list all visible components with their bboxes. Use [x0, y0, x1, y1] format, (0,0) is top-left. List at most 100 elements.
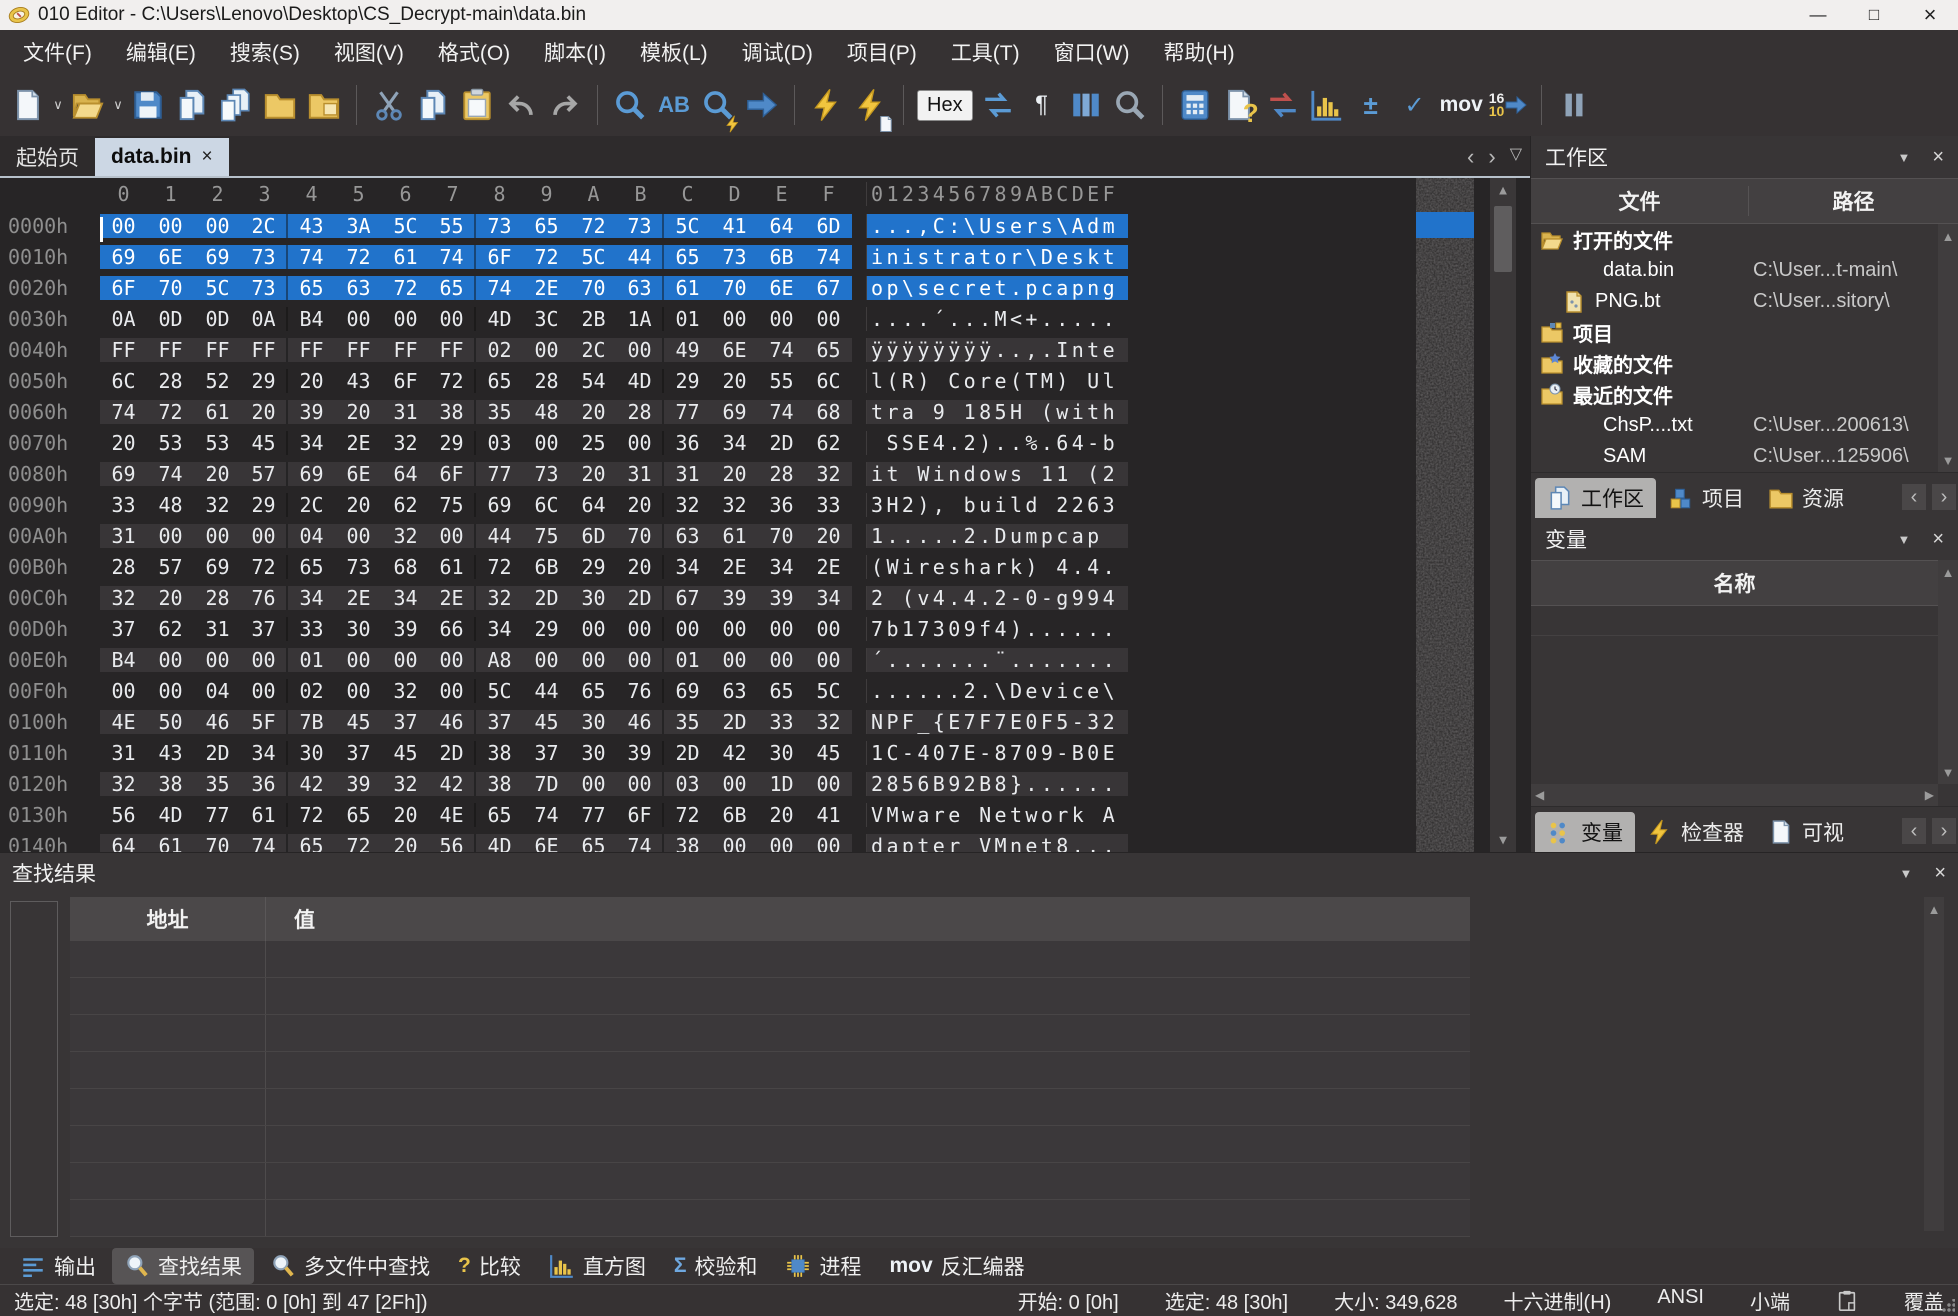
hex-byte[interactable]: 32 — [382, 679, 429, 703]
hex-byte[interactable]: 00 — [805, 617, 852, 641]
undo-button[interactable] — [499, 81, 543, 129]
calculator-button[interactable] — [1173, 81, 1217, 129]
hex-byte[interactable]: 00 — [758, 617, 805, 641]
hex-byte[interactable]: 72 — [288, 803, 335, 827]
hex-byte[interactable]: 20 — [805, 524, 852, 548]
menu-item[interactable]: 工具(T) — [934, 31, 1037, 73]
hex-byte[interactable]: 4E — [100, 710, 147, 734]
hex-byte[interactable]: 73 — [241, 276, 288, 300]
hex-byte[interactable]: 38 — [147, 772, 194, 796]
find-result-row[interactable] — [70, 1200, 1470, 1237]
hex-byte[interactable]: 32 — [382, 524, 429, 548]
hex-byte[interactable]: 5C — [194, 276, 241, 300]
hex-byte[interactable]: 01 — [664, 648, 711, 672]
hex-byte[interactable]: 4E — [429, 803, 476, 827]
hex-byte[interactable]: 6F — [429, 462, 476, 486]
hex-byte[interactable]: 20 — [758, 803, 805, 827]
hex-byte[interactable]: 63 — [335, 276, 382, 300]
hex-byte[interactable]: 63 — [711, 679, 758, 703]
hex-ascii[interactable]: op\secret.pcapng — [866, 276, 1128, 300]
hex-byte[interactable]: 44 — [617, 245, 664, 269]
hex-byte[interactable]: 73 — [476, 214, 523, 238]
hex-byte[interactable]: 46 — [429, 710, 476, 734]
template-help-button[interactable]: ? — [1217, 81, 1261, 129]
hex-byte[interactable]: 2C — [288, 493, 335, 517]
hex-byte[interactable]: 37 — [382, 710, 429, 734]
hex-byte[interactable]: 70 — [758, 524, 805, 548]
hex-byte[interactable]: 73 — [711, 245, 758, 269]
panel-tab[interactable]: 项目 — [1656, 478, 1756, 518]
menu-item[interactable]: 文件(F) — [6, 31, 109, 73]
hex-byte[interactable]: 00 — [617, 648, 664, 672]
tab-list-button[interactable]: ▽ — [1510, 144, 1522, 170]
hex-byte[interactable]: 31 — [194, 617, 241, 641]
workspace-menu-icon[interactable]: ▼ — [1897, 150, 1910, 165]
hex-byte[interactable]: 74 — [805, 245, 852, 269]
menu-item[interactable]: 视图(V) — [317, 31, 421, 73]
hex-byte[interactable]: 2D — [617, 586, 664, 610]
hex-byte[interactable]: 41 — [711, 214, 758, 238]
hex-byte[interactable]: 03 — [664, 772, 711, 796]
hex-byte[interactable]: 73 — [617, 214, 664, 238]
hex-byte[interactable]: 00 — [711, 307, 758, 331]
hex-byte[interactable]: 32 — [382, 431, 429, 455]
hex-byte[interactable]: 6D — [570, 524, 617, 548]
hex-byte[interactable]: 25 — [570, 431, 617, 455]
tabs-prev-button[interactable]: ‹ — [1902, 484, 1926, 510]
hex-byte[interactable]: 6B — [758, 245, 805, 269]
hex-byte[interactable]: 01 — [288, 648, 335, 672]
hex-byte[interactable]: 70 — [617, 524, 664, 548]
hex-byte[interactable]: 00 — [382, 307, 429, 331]
hex-byte[interactable]: 77 — [476, 462, 523, 486]
hex-byte[interactable]: 48 — [523, 400, 570, 424]
hex-byte[interactable]: 28 — [194, 586, 241, 610]
hex-byte[interactable]: 35 — [664, 710, 711, 734]
hex-byte[interactable]: 73 — [241, 245, 288, 269]
hex-byte[interactable]: 20 — [335, 493, 382, 517]
hex-byte[interactable]: 00 — [335, 648, 382, 672]
hex-byte[interactable]: 2E — [335, 586, 382, 610]
hex-byte[interactable]: 6E — [711, 338, 758, 362]
hex-byte[interactable]: 42 — [429, 772, 476, 796]
bottom-tool-tab[interactable]: ? 比较 — [446, 1248, 533, 1284]
tabs-next-button[interactable]: › — [1932, 484, 1956, 510]
hex-byte[interactable]: 64 — [758, 214, 805, 238]
hex-byte[interactable]: 00 — [617, 772, 664, 796]
hex-byte[interactable]: 29 — [241, 493, 288, 517]
hex-byte[interactable]: 65 — [523, 214, 570, 238]
hex-byte[interactable]: 00 — [523, 431, 570, 455]
hex-byte[interactable]: 72 — [335, 834, 382, 853]
hex-byte[interactable]: 34 — [805, 586, 852, 610]
hex-byte[interactable]: 74 — [523, 803, 570, 827]
hex-byte[interactable]: FF — [288, 338, 335, 362]
disassembler-button[interactable]: mov — [1437, 81, 1486, 129]
hex-ascii[interactable]: it Windows 11 (2 — [866, 462, 1128, 486]
hex-byte[interactable]: 42 — [711, 741, 758, 765]
hex-byte[interactable]: 0A — [100, 307, 147, 331]
hex-byte[interactable]: 69 — [194, 245, 241, 269]
hex-byte[interactable]: 64 — [382, 462, 429, 486]
convert-button[interactable] — [1261, 81, 1305, 129]
show-whitespace-button[interactable]: ¶ — [1020, 81, 1064, 129]
menu-item[interactable]: 脚本(I) — [527, 31, 623, 73]
hex-byte[interactable]: 72 — [476, 555, 523, 579]
hex-byte[interactable]: 34 — [382, 586, 429, 610]
hex-byte[interactable]: 2E — [429, 586, 476, 610]
hex-byte[interactable]: 6F — [100, 276, 147, 300]
hex-byte[interactable]: 20 — [711, 369, 758, 393]
hex-byte[interactable]: 32 — [382, 772, 429, 796]
hex-ascii[interactable]: ...,C:\Users\Adm — [866, 214, 1128, 238]
hex-byte[interactable]: 46 — [194, 710, 241, 734]
open-folder-button[interactable] — [258, 81, 302, 129]
hex-byte[interactable]: 39 — [711, 586, 758, 610]
hex-byte[interactable]: 2C — [241, 214, 288, 238]
hex-byte[interactable]: 20 — [194, 462, 241, 486]
hex-byte[interactable]: 53 — [194, 431, 241, 455]
column-file[interactable]: 文件 — [1531, 186, 1749, 216]
hex-byte[interactable]: 37 — [335, 741, 382, 765]
hex-byte[interactable]: 65 — [288, 276, 335, 300]
redo-button[interactable] — [543, 81, 587, 129]
hex-byte[interactable]: 76 — [241, 586, 288, 610]
hex-byte[interactable]: 72 — [382, 276, 429, 300]
hex-byte[interactable]: 29 — [241, 369, 288, 393]
